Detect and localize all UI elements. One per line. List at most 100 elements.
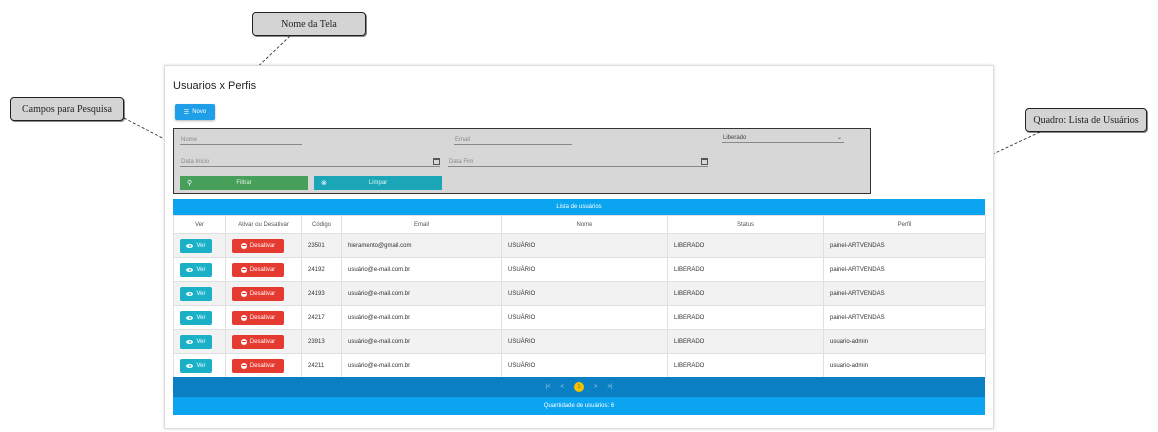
data-inicio-placeholder: Data Inicio	[181, 159, 210, 165]
ver-cell: Ver	[173, 257, 226, 282]
desativar-button[interactable]: Desativar	[232, 334, 284, 349]
ver-button[interactable]: Ver	[180, 286, 212, 301]
column-header: Ativar ou Desativar	[225, 215, 302, 234]
next-page-icon[interactable]: >	[594, 384, 598, 390]
list-title: Lista de usuários	[173, 199, 985, 215]
desativar-cell: Desativar	[225, 281, 302, 306]
eye-icon	[186, 243, 194, 248]
users-count: Quantidade de usuários: 6	[173, 397, 985, 415]
desativar-button[interactable]: Desativar	[232, 286, 284, 301]
callout-nome-da-tela: Nome da Tela	[252, 12, 366, 36]
desativar-label: Desativar	[249, 314, 276, 321]
column-header: Perfil	[823, 215, 986, 234]
ver-label: Ver	[196, 338, 206, 345]
ver-button[interactable]: Ver	[180, 238, 212, 253]
codigo-cell: 24193	[301, 281, 342, 306]
status-cell: LIBERADO	[667, 281, 824, 306]
data-fim-placeholder: Data Fim	[449, 159, 474, 165]
table-row: Ver Desativar 24217 usuário@e-mail.com.br US…	[173, 305, 986, 330]
email-field[interactable]: Email	[454, 134, 572, 145]
limpar-button[interactable]: ⊗ Limpar	[314, 176, 442, 190]
table-row: Ver Desativar 24192 usuário@e-mail.com.br US…	[173, 257, 986, 282]
novo-button[interactable]: ☰ Novo	[175, 104, 215, 120]
table-row: Ver Desativar 23501 hieramento@gmail.com USU…	[173, 233, 986, 258]
ver-label: Ver	[196, 242, 206, 249]
email-cell: usuário@e-mail.com.br	[341, 257, 502, 282]
search-fields-box: Nome Email Liberado ⌄ Data Inicio Data F…	[173, 128, 871, 194]
nome-cell: USUÁRIO	[501, 233, 668, 258]
ver-label: Ver	[196, 266, 206, 273]
desativar-button[interactable]: Desativar	[232, 238, 284, 253]
ver-label: Ver	[196, 290, 206, 297]
ver-cell: Ver	[173, 233, 226, 258]
eye-icon	[186, 315, 194, 320]
callout-campos-pesquisa: Campos para Pesquisa	[10, 97, 124, 121]
perfil-cell: painel-ARTVENDAS	[823, 257, 986, 282]
first-page-icon[interactable]: |<	[545, 384, 550, 390]
limpar-button-label: Limpar	[368, 180, 388, 186]
page-title: Usuarios x Perfis	[173, 80, 257, 92]
last-page-icon[interactable]: >|	[608, 384, 613, 390]
perfil-cell: usuario-admin	[823, 353, 986, 378]
minus-circle-icon	[240, 314, 247, 321]
codigo-cell: 24211	[301, 353, 342, 378]
pagination: |< < 1 > >|	[173, 377, 985, 397]
ver-button[interactable]: Ver	[180, 310, 212, 325]
desativar-button[interactable]: Desativar	[232, 310, 284, 325]
ver-button[interactable]: Ver	[180, 262, 212, 277]
desativar-button[interactable]: Desativar	[232, 262, 284, 277]
status-cell: LIBERADO	[667, 257, 824, 282]
filtrar-button[interactable]: ⚲ Filtrar	[180, 176, 308, 190]
desativar-cell: Desativar	[225, 305, 302, 330]
nome-field[interactable]: Nome	[180, 134, 302, 145]
data-inicio-field[interactable]: Data Inicio	[180, 156, 440, 167]
status-cell: LIBERADO	[667, 329, 824, 354]
desativar-button[interactable]: Desativar	[232, 358, 284, 373]
column-header: Código	[301, 215, 342, 234]
desativar-label: Desativar	[249, 290, 276, 297]
eye-icon	[186, 291, 194, 296]
ver-label: Ver	[196, 362, 206, 369]
perfil-cell: painel-ARTVENDAS	[823, 281, 986, 306]
ver-label: Ver	[196, 314, 206, 321]
email-cell: usuário@e-mail.com.br	[341, 281, 502, 306]
liberado-select[interactable]: Liberado ⌄	[722, 132, 844, 143]
minus-circle-icon	[240, 290, 247, 297]
ver-button[interactable]: Ver	[180, 334, 212, 349]
main-panel: Usuarios x Perfis ☰ Novo Nome Email Libe…	[164, 65, 994, 429]
ver-cell: Ver	[173, 329, 226, 354]
nome-cell: USUÁRIO	[501, 353, 668, 378]
eye-icon	[186, 363, 194, 368]
email-cell: usuário@e-mail.com.br	[341, 329, 502, 354]
current-page-button[interactable]: 1	[574, 382, 584, 392]
desativar-cell: Desativar	[225, 233, 302, 258]
nome-field-placeholder: Nome	[181, 137, 198, 143]
desativar-label: Desativar	[249, 266, 276, 273]
email-cell: usuário@e-mail.com.br	[341, 353, 502, 378]
calendar-icon[interactable]	[433, 158, 440, 165]
table-row: Ver Desativar 24193 usuário@e-mail.com.br US…	[173, 281, 986, 306]
novo-button-label: Novo	[192, 109, 207, 115]
status-cell: LIBERADO	[667, 353, 824, 378]
nome-cell: USUÁRIO	[501, 329, 668, 354]
status-cell: LIBERADO	[667, 305, 824, 330]
minus-circle-icon	[240, 362, 247, 369]
desativar-label: Desativar	[249, 338, 276, 345]
ver-button[interactable]: Ver	[180, 358, 212, 373]
codigo-cell: 23913	[301, 329, 342, 354]
calendar-icon[interactable]	[701, 158, 708, 165]
nome-cell: USUÁRIO	[501, 305, 668, 330]
desativar-cell: Desativar	[225, 329, 302, 354]
minus-circle-icon	[240, 242, 247, 249]
minus-circle-icon	[240, 266, 247, 273]
table-row: Ver Desativar 24211 usuário@e-mail.com.br US…	[173, 353, 986, 378]
desativar-cell: Desativar	[225, 257, 302, 282]
prev-page-icon[interactable]: <	[560, 384, 564, 390]
chevron-down-icon: ⌄	[836, 135, 842, 141]
email-field-placeholder: Email	[455, 137, 471, 143]
list-add-icon: ☰	[183, 109, 190, 116]
perfil-cell: usuario-admin	[823, 329, 986, 354]
data-fim-field[interactable]: Data Fim	[448, 156, 708, 167]
ver-cell: Ver	[173, 305, 226, 330]
minus-circle-icon	[240, 338, 247, 345]
